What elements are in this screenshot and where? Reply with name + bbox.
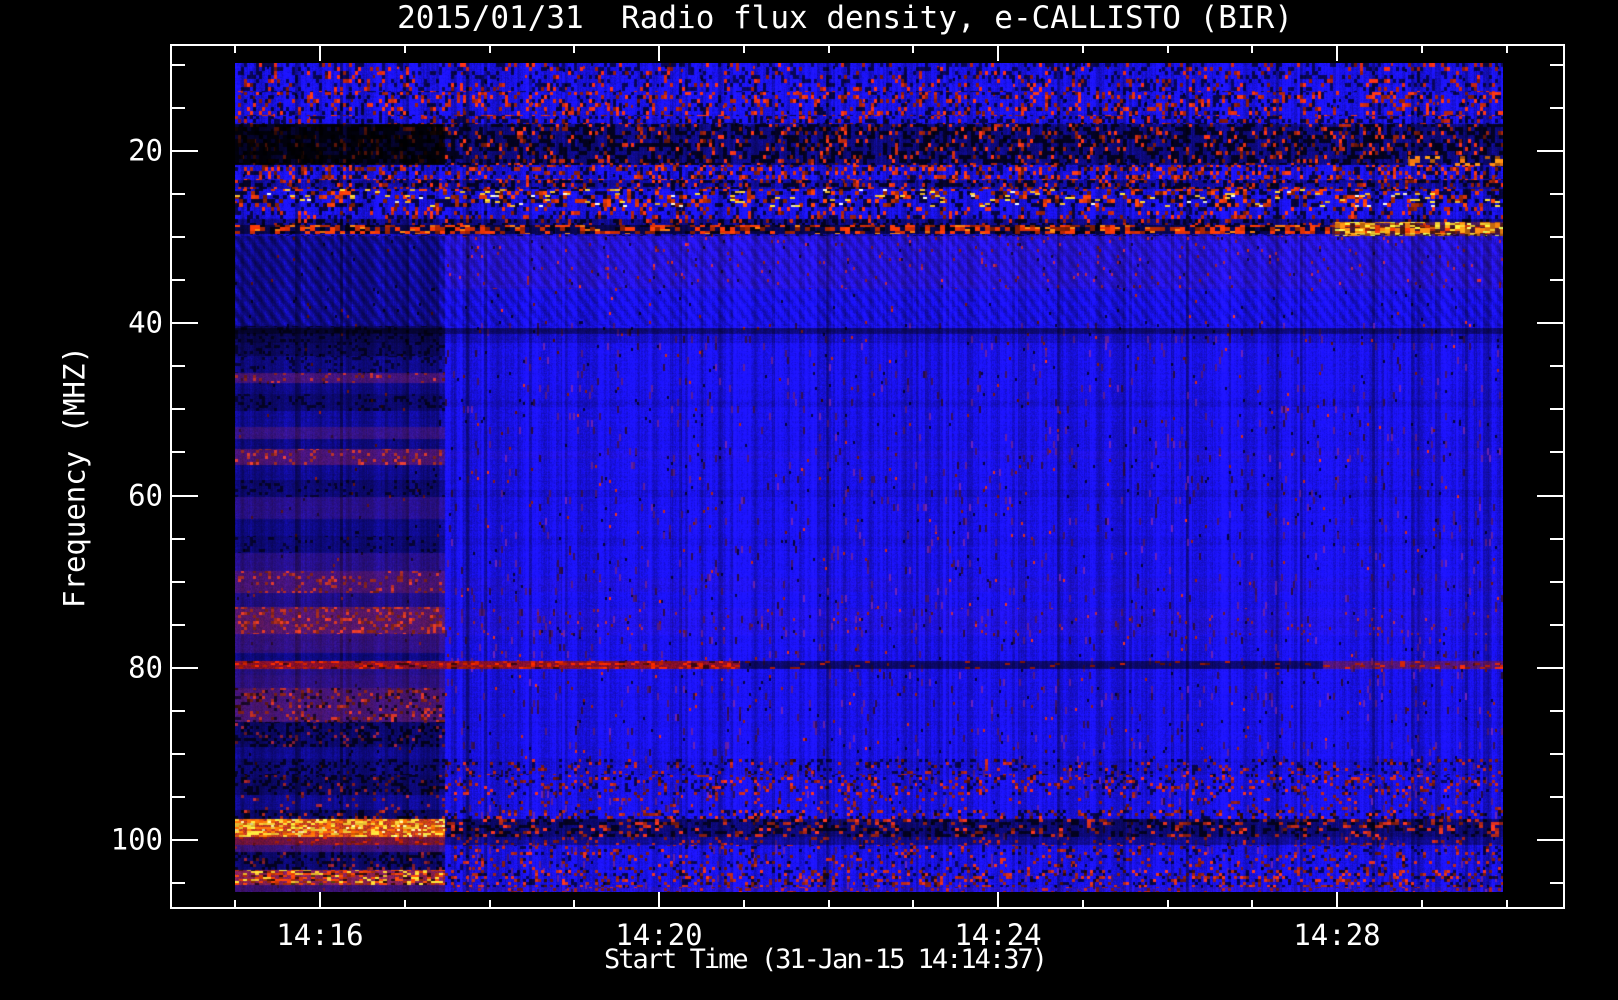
- axis-tick: [172, 408, 185, 411]
- axis-tick: [1251, 900, 1254, 907]
- axis-tick: [742, 900, 745, 907]
- axis-tick: [172, 322, 198, 325]
- y-tick-label: 80: [128, 650, 163, 685]
- spectrogram-page: 2015/01/31 Radio flux density, e-CALLIST…: [0, 0, 1618, 1000]
- axis-tick: [172, 623, 185, 626]
- x-axis-label: Start Time (31-Jan-15 14:14:37): [604, 944, 1048, 975]
- axis-tick: [742, 46, 745, 53]
- axis-tick: [997, 892, 999, 907]
- axis-tick: [1336, 46, 1338, 61]
- axis-tick: [1550, 451, 1563, 454]
- axis-tick: [1550, 752, 1563, 755]
- axis-tick: [1081, 46, 1084, 53]
- axis-tick: [172, 537, 185, 540]
- axis-tick: [172, 236, 185, 239]
- axis-tick: [1550, 623, 1563, 626]
- axis-tick: [1505, 46, 1508, 53]
- axis-tick: [319, 46, 321, 61]
- axis-tick: [1550, 365, 1563, 368]
- axis-tick: [1537, 150, 1563, 152]
- axis-tick: [1550, 236, 1563, 239]
- axis-tick: [488, 900, 491, 907]
- axis-tick: [1550, 106, 1563, 109]
- axis-tick: [234, 900, 237, 907]
- axis-tick: [912, 46, 915, 53]
- axis-tick: [172, 451, 185, 454]
- axis-tick: [172, 150, 198, 152]
- axis-tick: [319, 892, 321, 907]
- axis-tick: [172, 279, 185, 282]
- axis-tick: [172, 580, 185, 583]
- x-tick-label: 14:16: [276, 918, 364, 952]
- axis-tick: [658, 892, 660, 907]
- axis-tick: [1336, 892, 1338, 907]
- axis-tick: [1550, 882, 1563, 885]
- axis-tick: [573, 900, 576, 907]
- axis-tick: [1537, 839, 1563, 841]
- axis-tick: [1550, 193, 1563, 196]
- axis-tick: [658, 46, 660, 61]
- axis-tick: [1537, 322, 1563, 325]
- axis-tick: [172, 839, 198, 841]
- axis-tick: [1420, 46, 1423, 53]
- chart-title: 2015/01/31 Radio flux density, e-CALLIST…: [397, 0, 1293, 36]
- axis-tick: [172, 882, 185, 885]
- axis-tick: [1550, 537, 1563, 540]
- axis-tick: [1550, 408, 1563, 411]
- y-tick-label: 20: [128, 133, 163, 168]
- axis-tick: [1081, 900, 1084, 907]
- axis-tick: [1420, 900, 1423, 907]
- axis-tick: [172, 494, 198, 497]
- axis-tick: [827, 900, 830, 907]
- axis-tick: [172, 193, 185, 196]
- axis-tick: [1251, 46, 1254, 53]
- axis-tick: [573, 46, 576, 53]
- spectrogram-canvas: [235, 63, 1503, 892]
- axis-tick: [912, 900, 915, 907]
- axis-tick: [1550, 279, 1563, 282]
- axis-tick: [997, 46, 999, 61]
- axis-tick: [488, 46, 491, 53]
- axis-tick: [172, 795, 185, 798]
- axis-tick: [1550, 580, 1563, 583]
- axis-tick: [403, 900, 406, 907]
- axis-tick: [1537, 666, 1563, 669]
- axis-tick: [1166, 46, 1169, 53]
- axis-tick: [1537, 494, 1563, 497]
- axis-tick: [1505, 900, 1508, 907]
- axis-tick: [172, 752, 185, 755]
- y-axis-label: Frequency (MHZ): [57, 346, 92, 608]
- axis-tick: [1166, 900, 1169, 907]
- axis-tick: [1550, 709, 1563, 712]
- axis-tick: [172, 63, 185, 66]
- y-tick-label: 100: [110, 822, 163, 857]
- axis-tick: [172, 106, 185, 109]
- axis-tick: [827, 46, 830, 53]
- y-tick-label: 60: [128, 478, 163, 512]
- x-tick-label: 14:28: [1293, 918, 1381, 952]
- axis-tick: [403, 46, 406, 53]
- y-tick-label: 40: [128, 305, 163, 340]
- axis-tick: [172, 365, 185, 368]
- axis-tick: [1550, 795, 1563, 798]
- axis-tick: [172, 709, 185, 712]
- axis-tick: [1550, 63, 1563, 66]
- axis-tick: [234, 46, 237, 53]
- axis-tick: [172, 666, 198, 669]
